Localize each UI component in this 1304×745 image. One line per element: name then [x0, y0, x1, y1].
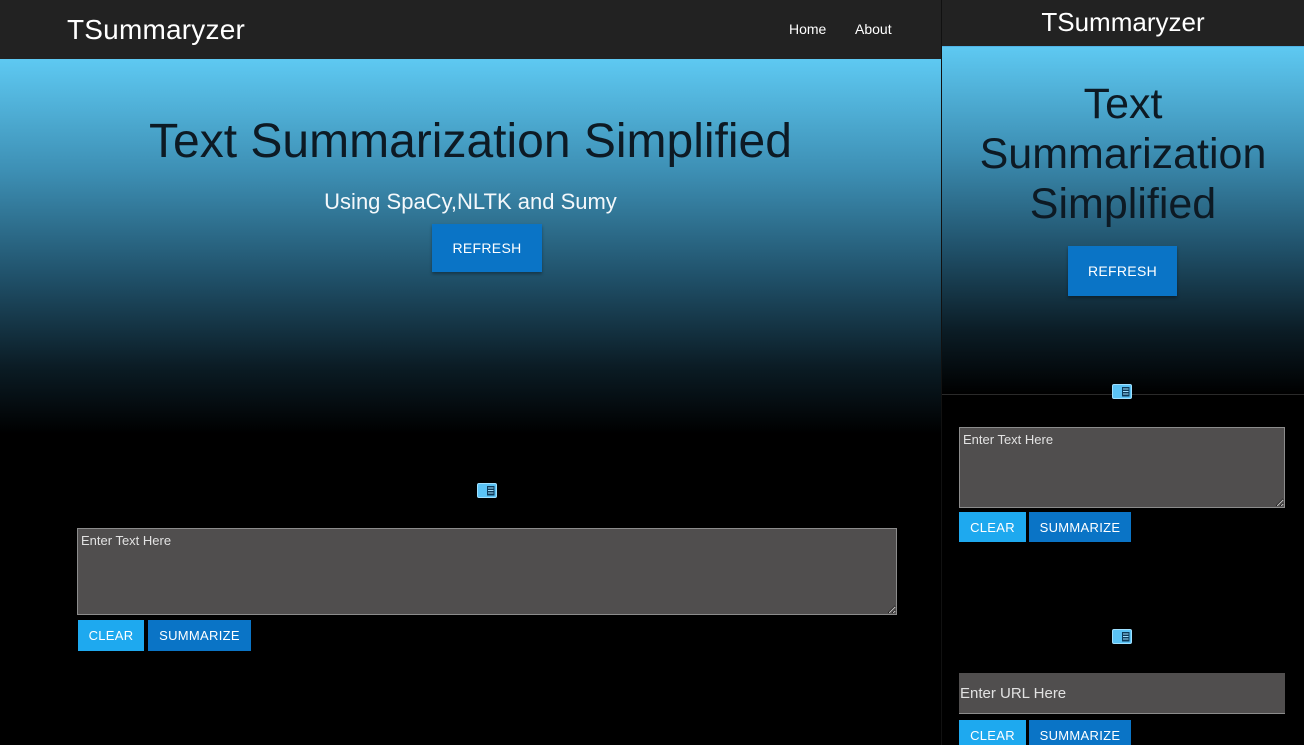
refresh-button[interactable]: REFRESH [432, 224, 542, 272]
text-input[interactable] [77, 528, 897, 615]
mobile-summarize-button[interactable]: SUMMARIZE [1029, 512, 1131, 542]
nav-link-home[interactable]: Home [789, 21, 826, 37]
document-icon [1112, 629, 1132, 644]
summarize-button[interactable]: SUMMARIZE [148, 620, 251, 651]
mobile-hero-title: Text Summarization Simplified [979, 80, 1267, 228]
mobile-view: TSummaryzer Text Summarization Simplifie… [941, 0, 1304, 745]
desktop-view: TSummaryzer Home About Text Summarizatio… [0, 0, 941, 745]
url-input[interactable] [959, 673, 1285, 714]
mobile-refresh-button[interactable]: REFRESH [1068, 246, 1177, 296]
mobile-text-input[interactable] [959, 427, 1285, 508]
document-icon [477, 483, 497, 498]
navbar: TSummaryzer Home About [0, 0, 941, 59]
document-icon [1112, 384, 1132, 399]
hero-subtitle: Using SpaCy,NLTK and Sumy [324, 189, 617, 214]
mobile-clear-button[interactable]: CLEAR [959, 512, 1026, 542]
brand-logo[interactable]: TSummaryzer [67, 14, 245, 46]
hero-section: Text Summarization Simplified Using SpaC… [0, 59, 941, 434]
url-summarize-button[interactable]: SUMMARIZE [1029, 720, 1131, 745]
mobile-hero-section: Text Summarization Simplified REFRESH [942, 47, 1304, 395]
hero-title: Text Summarization Simplified [149, 115, 792, 168]
mobile-navbar: TSummaryzer [942, 0, 1304, 47]
url-clear-button[interactable]: CLEAR [959, 720, 1026, 745]
mobile-brand-logo[interactable]: TSummaryzer [942, 7, 1304, 38]
nav-link-about[interactable]: About [855, 21, 892, 37]
clear-button[interactable]: CLEAR [78, 620, 144, 651]
